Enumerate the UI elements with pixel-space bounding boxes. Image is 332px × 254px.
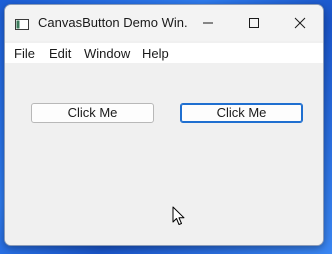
window-title: CanvasButton Demo Win... (38, 15, 188, 30)
click-me-button-left[interactable]: Click Me (31, 103, 154, 123)
canvas-area: Click Me Click Me (5, 63, 323, 245)
menu-window[interactable]: Window (84, 46, 130, 61)
menu-edit[interactable]: Edit (49, 46, 71, 61)
minimize-button[interactable] (185, 5, 231, 41)
maximize-button[interactable] (231, 5, 277, 41)
minimize-icon (203, 22, 213, 24)
mouse-cursor-icon (172, 206, 186, 231)
title-bar[interactable]: CanvasButton Demo Win... (5, 5, 323, 41)
menu-bar: File Edit Window Help (5, 43, 323, 63)
menu-help[interactable]: Help (142, 46, 169, 61)
maximize-icon (249, 18, 259, 28)
click-me-button-right[interactable]: Click Me (180, 103, 303, 123)
menu-file[interactable]: File (14, 46, 35, 61)
close-icon (294, 17, 306, 29)
app-window: CanvasButton Demo Win... File Edit Windo… (4, 4, 324, 246)
app-window-icon (15, 17, 29, 30)
close-button[interactable] (277, 5, 323, 41)
